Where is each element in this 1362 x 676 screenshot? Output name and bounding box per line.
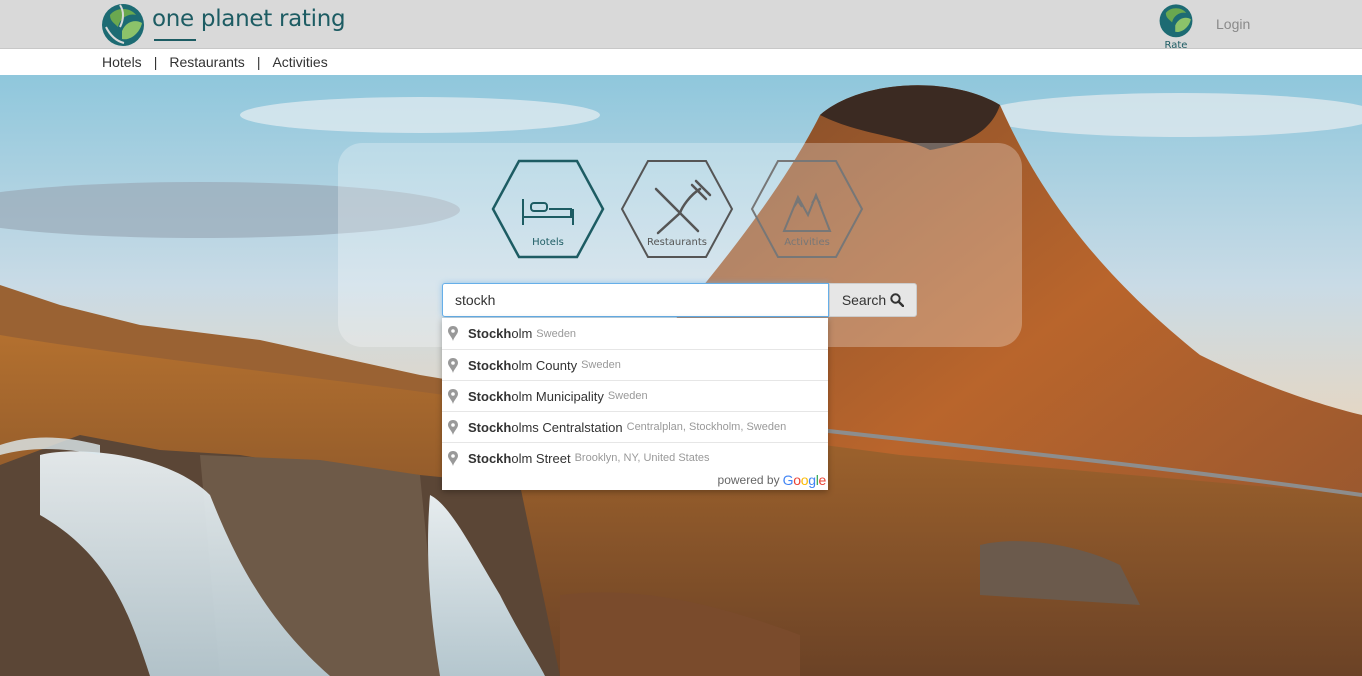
suggestion-main: olm Municipality xyxy=(511,388,604,404)
search-icon xyxy=(890,293,905,307)
suggestion-secondary: Sweden xyxy=(536,327,577,340)
suggestion-main: olm xyxy=(511,326,533,341)
map-pin-icon xyxy=(448,326,458,341)
planet-leaf-logo-icon xyxy=(102,4,144,46)
search-button-label: Search xyxy=(841,292,887,308)
suggestion-item[interactable]: Stockh olm Municipality Sweden xyxy=(442,380,828,411)
top-header: one planet rating Rate Login xyxy=(0,0,1362,51)
category-restaurants-button[interactable]: Restaurants xyxy=(620,159,734,259)
map-pin-icon xyxy=(448,419,458,435)
map-pin-icon xyxy=(448,388,458,404)
nav-activities-link[interactable]: Activities xyxy=(272,54,327,70)
autocomplete-dropdown: Stockh olm Sweden Stockh olm County Sweden… xyxy=(442,318,828,490)
brand-name: one planet rating xyxy=(152,6,346,41)
category-activities-button[interactable]: Activities xyxy=(750,159,864,259)
category-nav-bar: Hotels | Restaurants | Activities xyxy=(0,49,1362,75)
planet-leaf-rate-icon xyxy=(1159,4,1193,38)
category-activities-label: Activities xyxy=(784,237,830,248)
suggestion-item[interactable]: Stockh olm Sweden xyxy=(442,318,828,349)
nav-separator: | xyxy=(256,54,261,70)
category-nav: Hotels | Restaurants | Activities xyxy=(102,54,328,70)
nav-restaurants-link[interactable]: Restaurants xyxy=(169,54,244,70)
suggestion-secondary: Sweden xyxy=(607,390,648,402)
suggestion-match: Stockh xyxy=(468,419,512,435)
suggestion-main: olm County xyxy=(511,357,578,373)
category-hotels-label: Hotels xyxy=(532,237,564,248)
nav-hotels-link[interactable]: Hotels xyxy=(102,54,142,70)
location-search-input[interactable] xyxy=(442,283,829,317)
category-hotels-button[interactable]: Hotels xyxy=(491,159,605,259)
powered-by-text: powered by xyxy=(717,473,780,487)
brand-logo-link[interactable]: one planet rating xyxy=(100,0,346,48)
suggestion-match: Stockh xyxy=(468,450,512,466)
rate-button[interactable]: Rate xyxy=(1157,2,1195,51)
suggestion-secondary: Sweden xyxy=(581,359,621,371)
powered-by-google-logo: powered by Google xyxy=(717,472,827,488)
suggestion-match: Stockh xyxy=(468,326,512,341)
map-pin-icon xyxy=(448,357,458,373)
category-restaurants-label: Restaurants xyxy=(647,237,707,248)
suggestion-main: olm Street xyxy=(511,450,571,466)
google-wordmark: Google xyxy=(782,472,827,488)
suggestion-secondary: Centralplan, Stockholm, Sweden xyxy=(626,421,787,433)
suggestion-secondary: Brooklyn, NY, United States xyxy=(574,452,710,464)
suggestion-match: Stockh xyxy=(468,357,512,373)
suggestion-item[interactable]: Stockh olms Centralstation Centralplan, S… xyxy=(442,411,828,442)
search-button[interactable]: Search xyxy=(829,283,917,317)
map-pin-icon xyxy=(448,450,458,466)
suggestion-item[interactable]: Stockh olm County Sweden xyxy=(442,349,828,380)
nav-separator: | xyxy=(153,54,158,70)
suggestion-match: Stockh xyxy=(468,388,512,404)
suggestion-item[interactable]: Stockh olm Street Brooklyn, NY, United St… xyxy=(442,442,828,473)
suggestion-main: olms Centralstation xyxy=(511,419,623,435)
login-link[interactable]: Login xyxy=(1216,16,1250,32)
